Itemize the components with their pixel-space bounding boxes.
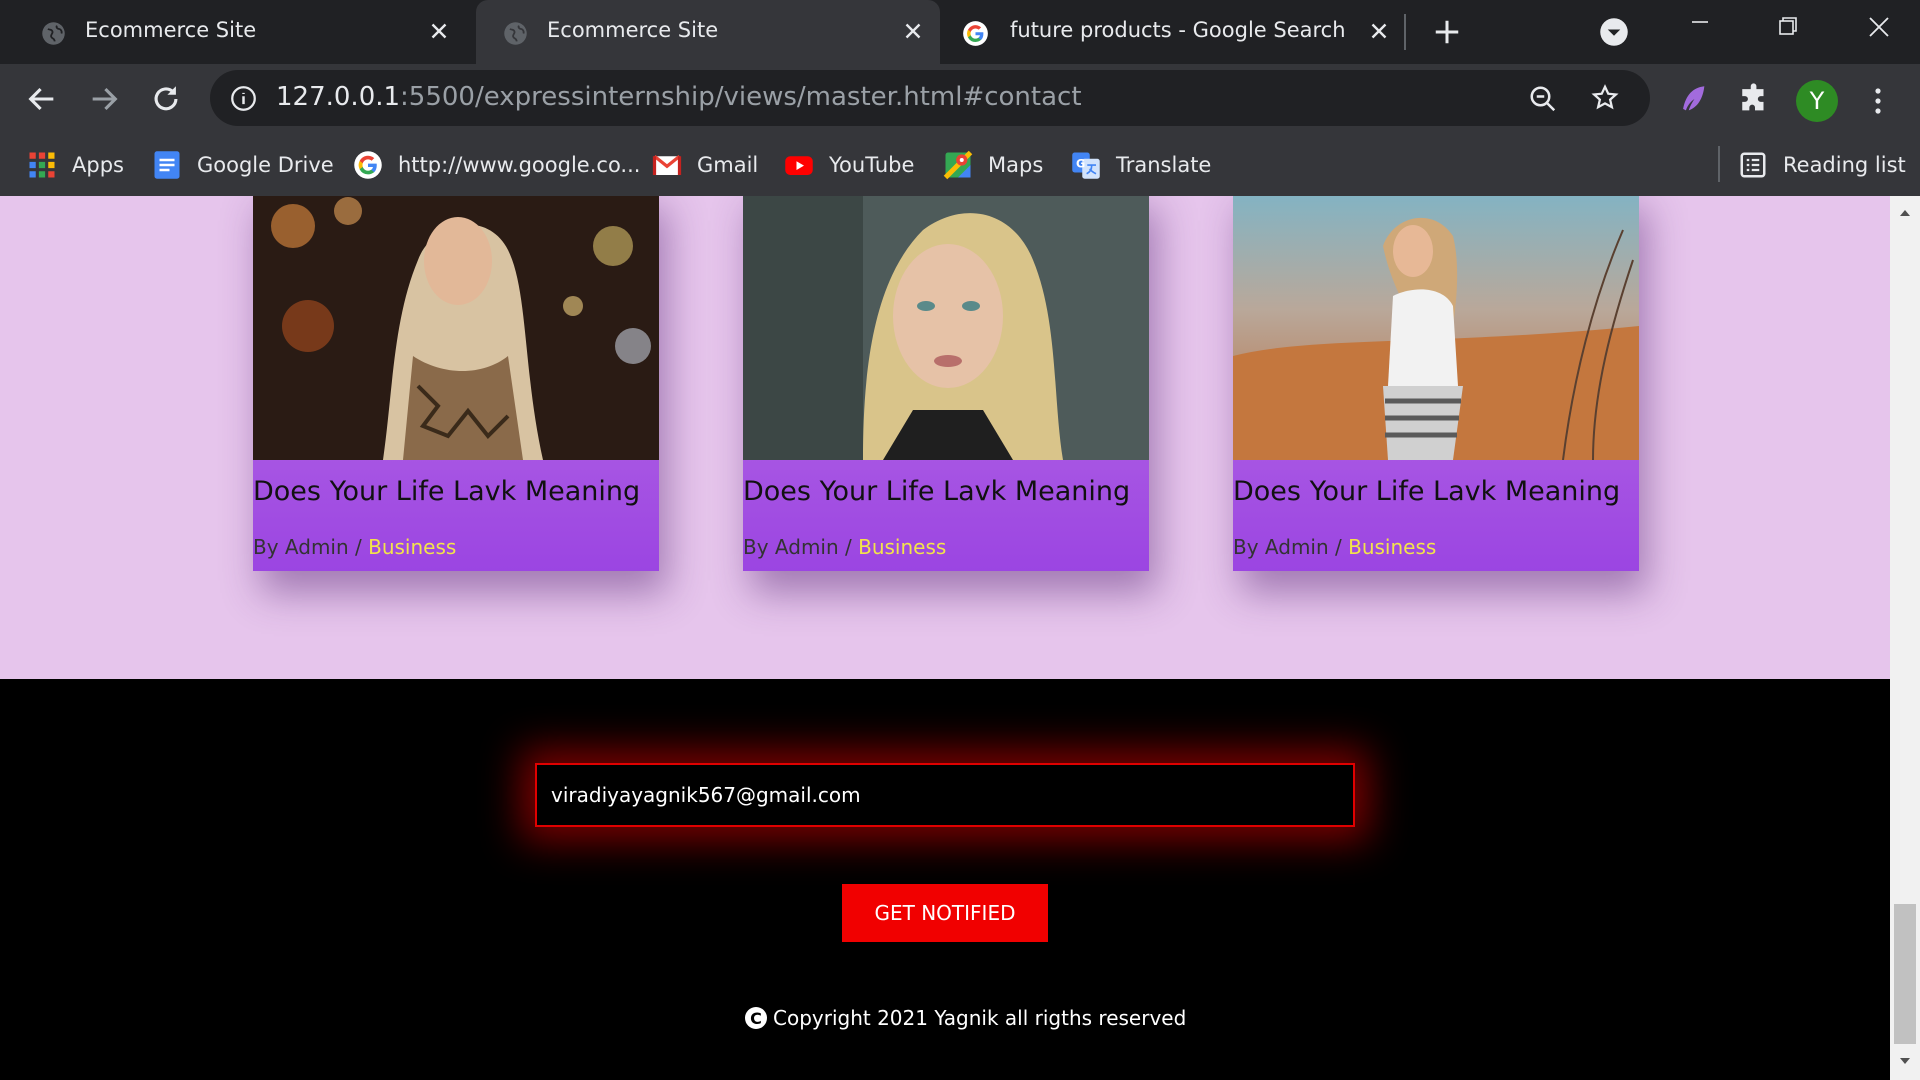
zoom-out-icon[interactable] <box>1528 84 1558 114</box>
forward-arrow-icon[interactable] <box>87 82 121 116</box>
bookmark-google[interactable]: http://www.google.co... <box>353 148 640 182</box>
url-path: :5500/expressinternship/views/master.htm… <box>400 82 1082 112</box>
page-scrollbar[interactable] <box>1890 196 1920 1080</box>
bookmark-translate[interactable]: G Translate <box>1071 148 1211 182</box>
blog-card-title[interactable]: Does Your Life Lavk Meaning <box>253 476 640 507</box>
maps-icon <box>943 150 973 180</box>
reload-icon[interactable] <box>149 82 183 116</box>
bookmark-apps[interactable]: Apps <box>27 148 124 182</box>
newsletter-section: GET NOTIFIED C Copyright 2021 Yagnik all… <box>0 679 1890 1080</box>
email-field[interactable] <box>537 765 1353 825</box>
tab-google-search[interactable]: future products - Google Search <box>940 0 1400 64</box>
url-host: 127.0.0.1 <box>276 82 401 112</box>
kebab-menu-icon[interactable] <box>1868 84 1888 118</box>
bookmark-separator <box>1718 146 1720 182</box>
bookmark-label: Gmail <box>697 153 759 177</box>
back-arrow-icon[interactable] <box>25 82 59 116</box>
reading-list-icon <box>1740 152 1766 178</box>
blog-card-image <box>253 196 659 460</box>
reading-list-label: Reading list <box>1783 153 1906 177</box>
tab-title: Ecommerce Site <box>547 18 719 42</box>
email-field-wrapper <box>535 763 1355 827</box>
blog-card-meta: By Admin / Business <box>743 535 946 559</box>
tab-title: future products - Google Search <box>1010 18 1346 42</box>
bookmark-google-drive[interactable]: Google Drive <box>152 148 334 182</box>
profile-avatar[interactable]: Y <box>1796 80 1838 122</box>
blog-card-author: By Admin / <box>1233 535 1349 559</box>
apps-grid-icon <box>29 152 55 178</box>
scrollbar-thumb[interactable] <box>1894 904 1916 1044</box>
bookmark-label: Apps <box>72 153 124 177</box>
browser-toolbar: 127.0.0.1:5500/expressinternship/views/m… <box>0 64 1920 134</box>
close-icon[interactable] <box>426 18 452 44</box>
bookmark-star-icon[interactable] <box>1590 83 1620 113</box>
gmail-icon <box>652 154 682 175</box>
copyright-text: Copyright 2021 Yagnik all rigths reserve… <box>773 1006 1187 1030</box>
site-info-icon[interactable] <box>230 85 257 112</box>
blog-card-author: By Admin / <box>743 535 859 559</box>
blog-card-meta: By Admin / Business <box>1233 535 1436 559</box>
blog-card-author: By Admin / <box>253 535 369 559</box>
tab-strip: Ecommerce Site Ecommerce Site future pro… <box>0 0 1920 64</box>
blog-card-category-link[interactable]: Business <box>1348 535 1436 559</box>
new-tab-plus-icon[interactable] <box>1432 17 1462 47</box>
blog-card-title[interactable]: Does Your Life Lavk Meaning <box>1233 476 1620 507</box>
blog-card-image <box>1233 196 1639 460</box>
blog-card-meta: By Admin / Business <box>253 535 456 559</box>
google-icon <box>354 151 382 179</box>
close-icon[interactable] <box>900 18 926 44</box>
bookmark-label: http://www.google.co... <box>398 153 641 177</box>
bookmark-label: YouTube <box>829 153 915 177</box>
google-drive-icon <box>154 151 180 179</box>
blog-card-image <box>743 196 1149 460</box>
bookmarks-bar: Apps Google Drive http://www.google.co..… <box>0 134 1920 196</box>
address-bar[interactable]: 127.0.0.1:5500/expressinternship/views/m… <box>210 70 1650 126</box>
url-text[interactable]: 127.0.0.1:5500/expressinternship/views/m… <box>276 82 1082 112</box>
google-icon <box>963 21 988 46</box>
tab-separator <box>1404 14 1406 50</box>
bookmark-youtube[interactable]: YouTube <box>784 148 914 182</box>
bookmark-label: Maps <box>988 153 1044 177</box>
globe-icon <box>504 22 527 45</box>
tab-search-chevron-icon[interactable] <box>1599 17 1629 47</box>
page-viewport: Does Your Life Lavk Meaning By Admin / B… <box>0 196 1890 1080</box>
blog-card[interactable]: Does Your Life Lavk Meaning By Admin / B… <box>253 196 659 571</box>
footer-copyright: C Copyright 2021 Yagnik all rigths reser… <box>745 1006 1186 1030</box>
get-notified-button[interactable]: GET NOTIFIED <box>842 884 1048 942</box>
close-icon[interactable] <box>1366 18 1392 44</box>
blog-card[interactable]: Does Your Life Lavk Meaning By Admin / B… <box>1233 196 1639 571</box>
reading-list-button[interactable]: Reading list <box>1738 148 1906 182</box>
translate-icon: G <box>1072 152 1100 179</box>
blog-section: Does Your Life Lavk Meaning By Admin / B… <box>0 196 1890 679</box>
tab-ecommerce-site-1[interactable]: Ecommerce Site <box>0 0 470 64</box>
feather-extension-icon[interactable] <box>1676 82 1710 116</box>
bookmark-maps[interactable]: Maps <box>943 148 1043 182</box>
scroll-up-arrow-icon[interactable] <box>1898 206 1912 220</box>
extensions-puzzle-icon[interactable] <box>1738 82 1772 116</box>
bookmark-gmail[interactable]: Gmail <box>652 148 758 182</box>
youtube-icon <box>785 156 813 175</box>
minimize-icon[interactable] <box>1680 12 1720 46</box>
copyright-icon: C <box>745 1007 767 1029</box>
blog-card[interactable]: Does Your Life Lavk Meaning By Admin / B… <box>743 196 1149 571</box>
tab-title: Ecommerce Site <box>85 18 257 42</box>
scroll-down-arrow-icon[interactable] <box>1898 1054 1912 1068</box>
blog-card-category-link[interactable]: Business <box>858 535 946 559</box>
blog-card-title[interactable]: Does Your Life Lavk Meaning <box>743 476 1130 507</box>
globe-icon <box>42 22 65 45</box>
svg-text:G: G <box>1076 158 1085 171</box>
bookmark-label: Translate <box>1116 153 1212 177</box>
tab-ecommerce-site-2[interactable]: Ecommerce Site <box>476 0 940 64</box>
bookmark-label: Google Drive <box>197 153 334 177</box>
blog-card-category-link[interactable]: Business <box>368 535 456 559</box>
restore-icon[interactable] <box>1768 12 1808 46</box>
window-close-icon[interactable] <box>1858 12 1898 46</box>
